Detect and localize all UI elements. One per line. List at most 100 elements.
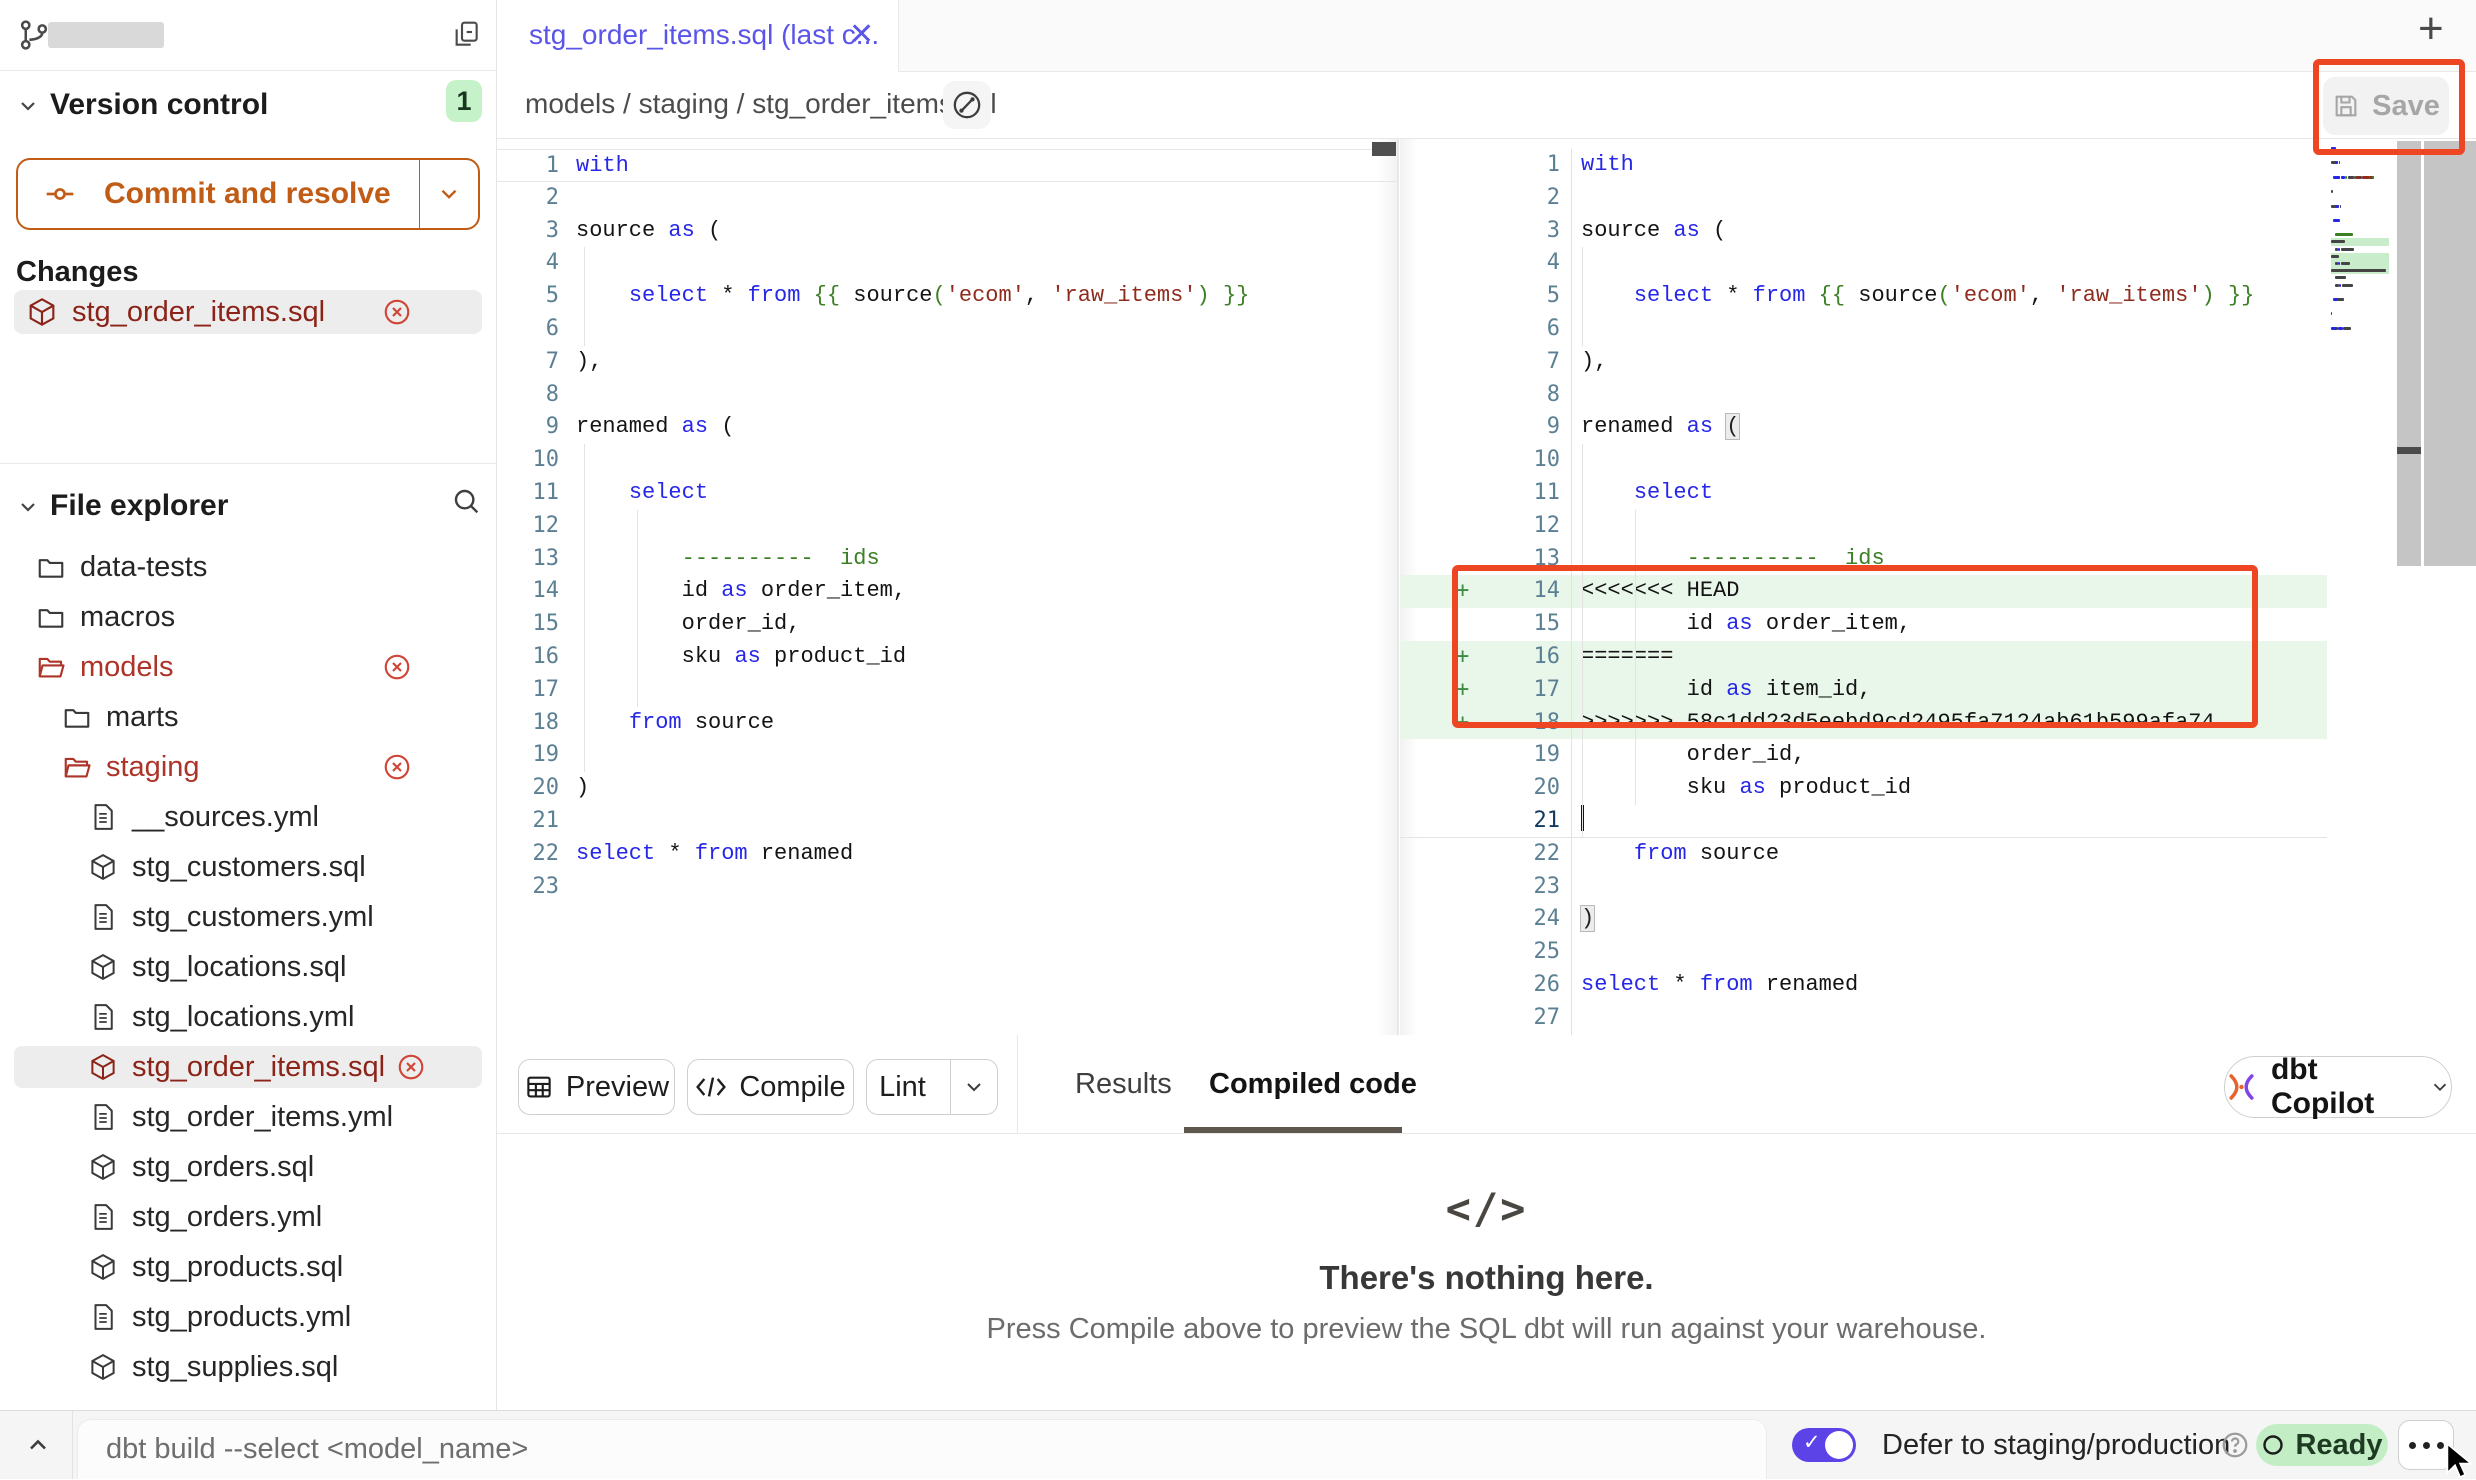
line-number: 19 bbox=[497, 739, 567, 772]
code-line-14: 14 id as order_item, bbox=[497, 575, 1397, 608]
file-item-stg_locations.yml[interactable]: stg_locations.yml bbox=[0, 996, 497, 1038]
code-line-20: 20 sku as product_id bbox=[1400, 772, 2327, 805]
line-number: 13 bbox=[1480, 543, 1572, 576]
folder-icon bbox=[36, 602, 66, 632]
sidebar-divider bbox=[0, 463, 497, 464]
line-number: 1 bbox=[497, 150, 567, 181]
lineage-icon[interactable] bbox=[943, 81, 991, 129]
diff-added-marker bbox=[1400, 805, 1480, 837]
editor-scrollbar[interactable] bbox=[2397, 141, 2421, 566]
code-line-25: 25 bbox=[1400, 936, 2327, 969]
file-item-stg_products.yml[interactable]: stg_products.yml bbox=[0, 1296, 497, 1338]
yaml-icon bbox=[88, 1302, 118, 1332]
version-control-section-header[interactable]: Version control 1 bbox=[0, 84, 496, 128]
diff-added-marker bbox=[1400, 346, 1480, 379]
file-item-stg_supplies.sql[interactable]: stg_supplies.sql bbox=[0, 1346, 497, 1388]
line-number: 15 bbox=[497, 608, 567, 641]
file-item-stg_customers.yml[interactable]: stg_customers.yml bbox=[0, 896, 497, 938]
file-explorer-section-header[interactable]: File explorer bbox=[0, 485, 496, 529]
copy-icon[interactable] bbox=[450, 18, 482, 50]
dbt-copilot-icon bbox=[2225, 1069, 2258, 1105]
line-number: 14 bbox=[1480, 575, 1572, 608]
commit-and-resolve-button[interactable]: Commit and resolve bbox=[16, 158, 480, 230]
code-line-26: 26select * from renamed bbox=[1400, 969, 2327, 1002]
left-pane-scrollbar-thumb[interactable] bbox=[1372, 142, 1396, 156]
chevron-down-icon[interactable] bbox=[16, 94, 40, 118]
line-number: 17 bbox=[497, 674, 567, 707]
chevron-up-icon[interactable] bbox=[24, 1431, 52, 1459]
editor-pane-right[interactable]: 1with23source as (45 select * from {{ so… bbox=[1400, 139, 2327, 1036]
line-number: 4 bbox=[1480, 247, 1572, 280]
code-line-7: 7), bbox=[1400, 346, 2327, 379]
discard-icon[interactable] bbox=[382, 752, 412, 782]
code-line-4: 4 bbox=[1400, 247, 2327, 280]
file-item-data-tests[interactable]: data-tests bbox=[0, 546, 497, 588]
lint-options-caret[interactable] bbox=[950, 1060, 997, 1114]
line-number: 25 bbox=[1480, 936, 1572, 969]
file-item-stg_orders.yml[interactable]: stg_orders.yml bbox=[0, 1196, 497, 1238]
file-item-stg_order_items.yml[interactable]: stg_order_items.yml bbox=[0, 1096, 497, 1138]
line-number: 6 bbox=[1480, 313, 1572, 346]
line-number: 2 bbox=[497, 182, 567, 215]
code-line-18: 18 from source bbox=[497, 707, 1397, 740]
file-item-models[interactable]: models bbox=[0, 646, 497, 688]
git-branch-icon bbox=[16, 17, 52, 53]
discard-icon[interactable] bbox=[382, 652, 412, 682]
line-number: 23 bbox=[497, 871, 567, 904]
code-line-24: 24) bbox=[1400, 903, 2327, 936]
line-number: 9 bbox=[1480, 411, 1572, 444]
save-icon bbox=[2332, 92, 2360, 120]
empty-state-subtitle: Press Compile above to preview the SQL d… bbox=[497, 1313, 2476, 1346]
file-item-stg_products.sql[interactable]: stg_products.sql bbox=[0, 1246, 497, 1288]
tab-compiled-code[interactable]: Compiled code bbox=[1209, 1035, 1417, 1133]
file-item-stg_locations.sql[interactable]: stg_locations.sql bbox=[0, 946, 497, 988]
file-item-stg_orders.sql[interactable]: stg_orders.sql bbox=[0, 1146, 497, 1188]
minimap[interactable] bbox=[2331, 145, 2389, 339]
editor-pane-left[interactable]: 1with23source as (45 select * from {{ so… bbox=[497, 139, 1397, 1036]
file-item-label: macros bbox=[80, 601, 175, 634]
compiled-code-panel: </> There's nothing here. Press Compile … bbox=[497, 1134, 2476, 1410]
file-item-stg_order_items.sql[interactable]: stg_order_items.sql bbox=[14, 1046, 482, 1088]
commit-options-caret[interactable] bbox=[419, 160, 478, 228]
chevron-down-icon[interactable] bbox=[16, 495, 40, 519]
search-icon[interactable] bbox=[450, 485, 482, 517]
pane-divider[interactable] bbox=[1397, 139, 1399, 1036]
code-line-10: 10 bbox=[1400, 444, 2327, 477]
file-item-__sources.yml[interactable]: __sources.yml bbox=[0, 796, 497, 838]
yaml-icon bbox=[88, 1202, 118, 1232]
preview-button[interactable]: Preview bbox=[518, 1059, 675, 1115]
code-line-3: 3source as ( bbox=[497, 215, 1397, 248]
close-tab-icon[interactable]: ✕ bbox=[849, 0, 874, 70]
diff-added-marker bbox=[1400, 838, 1480, 871]
line-number: 12 bbox=[497, 510, 567, 543]
tab-results[interactable]: Results bbox=[1075, 1035, 1172, 1133]
line-number: 17 bbox=[1480, 674, 1572, 707]
diff-added-marker bbox=[1400, 510, 1480, 543]
code-line-23: 23 bbox=[497, 871, 1397, 904]
changed-file-row[interactable]: stg_order_items.sql bbox=[14, 290, 482, 334]
line-number: 26 bbox=[1480, 969, 1572, 1002]
file-item-staging[interactable]: staging bbox=[0, 746, 497, 788]
command-input[interactable]: dbt build --select <model_name> bbox=[77, 1419, 1767, 1479]
line-number: 20 bbox=[1480, 772, 1572, 805]
lint-label[interactable]: Lint bbox=[867, 1071, 938, 1104]
line-number: 21 bbox=[1480, 805, 1572, 837]
discard-change-icon[interactable] bbox=[382, 297, 412, 327]
defer-toggle[interactable]: ✓ bbox=[1792, 1428, 1856, 1462]
window-scrollbar[interactable] bbox=[2424, 141, 2476, 566]
editor-bottom-toolbar: Preview Compile Lint Results Compiled co… bbox=[497, 1035, 2476, 1134]
code-line-4: 4 bbox=[497, 247, 1397, 280]
dbt-copilot-button[interactable]: dbt Copilot bbox=[2224, 1056, 2452, 1118]
commit-and-resolve-main[interactable]: Commit and resolve bbox=[18, 160, 419, 228]
file-item-macros[interactable]: macros bbox=[0, 596, 497, 638]
file-item-marts[interactable]: marts bbox=[0, 696, 497, 738]
code-line-16: 16 sku as product_id bbox=[497, 641, 1397, 674]
help-question-icon[interactable] bbox=[2220, 1430, 2250, 1460]
compile-button[interactable]: Compile bbox=[687, 1059, 854, 1115]
discard-icon[interactable] bbox=[396, 1052, 426, 1082]
tab-stg-order-items[interactable]: stg_order_items.sql (last c... ✕ bbox=[497, 0, 899, 72]
new-tab-button[interactable]: + bbox=[2418, 4, 2444, 54]
file-item-stg_customers.sql[interactable]: stg_customers.sql bbox=[0, 846, 497, 888]
save-button[interactable]: Save bbox=[2323, 77, 2449, 135]
lint-button[interactable]: Lint bbox=[866, 1059, 998, 1115]
